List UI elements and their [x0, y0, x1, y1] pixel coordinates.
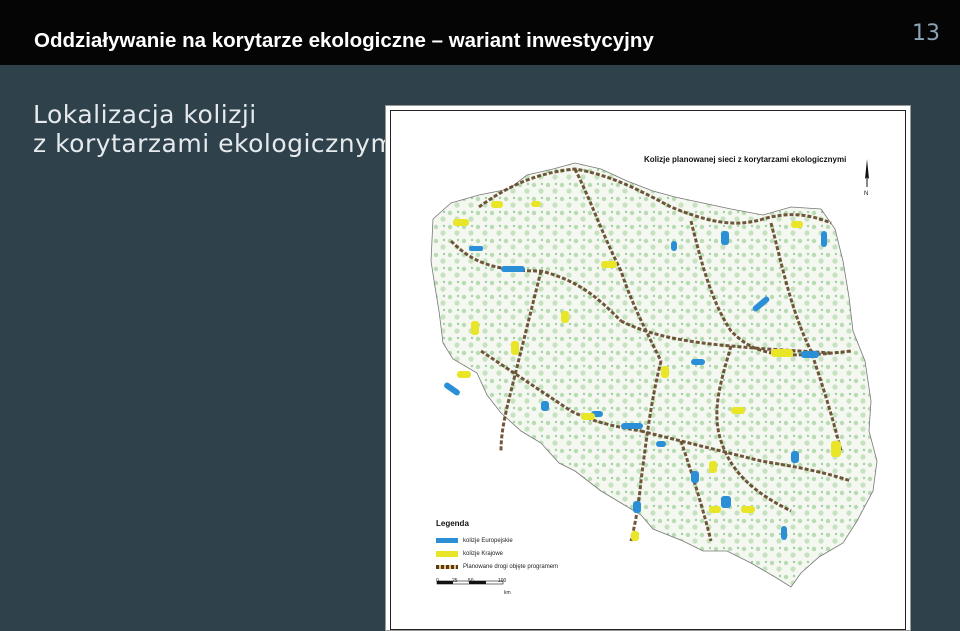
map-figure: Kolizje planowanej sieci z korytarzami e…	[385, 105, 911, 631]
scale-tick-25: 25	[452, 578, 458, 584]
map-legend: Legenda kolizje Europejskie kolizje Kraj…	[436, 519, 606, 598]
slide-subtitle: Lokalizacja kolizji z korytarzami ekolog…	[33, 100, 403, 158]
legend-label-roads: Planowane drogi objęte programem	[463, 563, 559, 570]
scale-unit: km	[504, 590, 511, 596]
map-title: Kolizje planowanej sieci z korytarzami e…	[644, 155, 847, 164]
legend-swatch-roads	[436, 564, 458, 569]
scale-tick-50: 50	[468, 578, 474, 584]
legend-item-roads: Planowane drogi objęte programem	[436, 560, 606, 573]
subtitle-line-2: z korytarzami ekologicznymi	[33, 129, 403, 158]
scale-tick-100: 100	[498, 578, 507, 584]
scale-tick-0: 0	[436, 578, 439, 584]
legend-scale: 0 25 50 100 km	[436, 578, 606, 598]
header-bar: Oddziaływanie na korytarze ekologiczne –…	[0, 0, 960, 65]
legend-label-european: kolizje Europejskie	[463, 537, 513, 544]
legend-swatch-national	[436, 550, 458, 557]
legend-title: Legenda	[436, 519, 469, 528]
legend-label-national: kolizje Krajowe	[463, 550, 504, 557]
slide-title: Oddziaływanie na korytarze ekologiczne –…	[34, 29, 654, 52]
page-number: 13	[912, 21, 940, 46]
subtitle-line-1: Lokalizacja kolizji	[33, 100, 257, 129]
north-label: N	[864, 191, 868, 197]
legend-item-european: kolizje Europejskie	[436, 534, 606, 547]
map-canvas: Kolizje planowanej sieci z korytarzami e…	[390, 110, 906, 630]
north-arrow-icon: N	[862, 159, 872, 197]
legend-item-national: kolizje Krajowe	[436, 547, 606, 560]
legend-swatch-european	[436, 538, 458, 543]
